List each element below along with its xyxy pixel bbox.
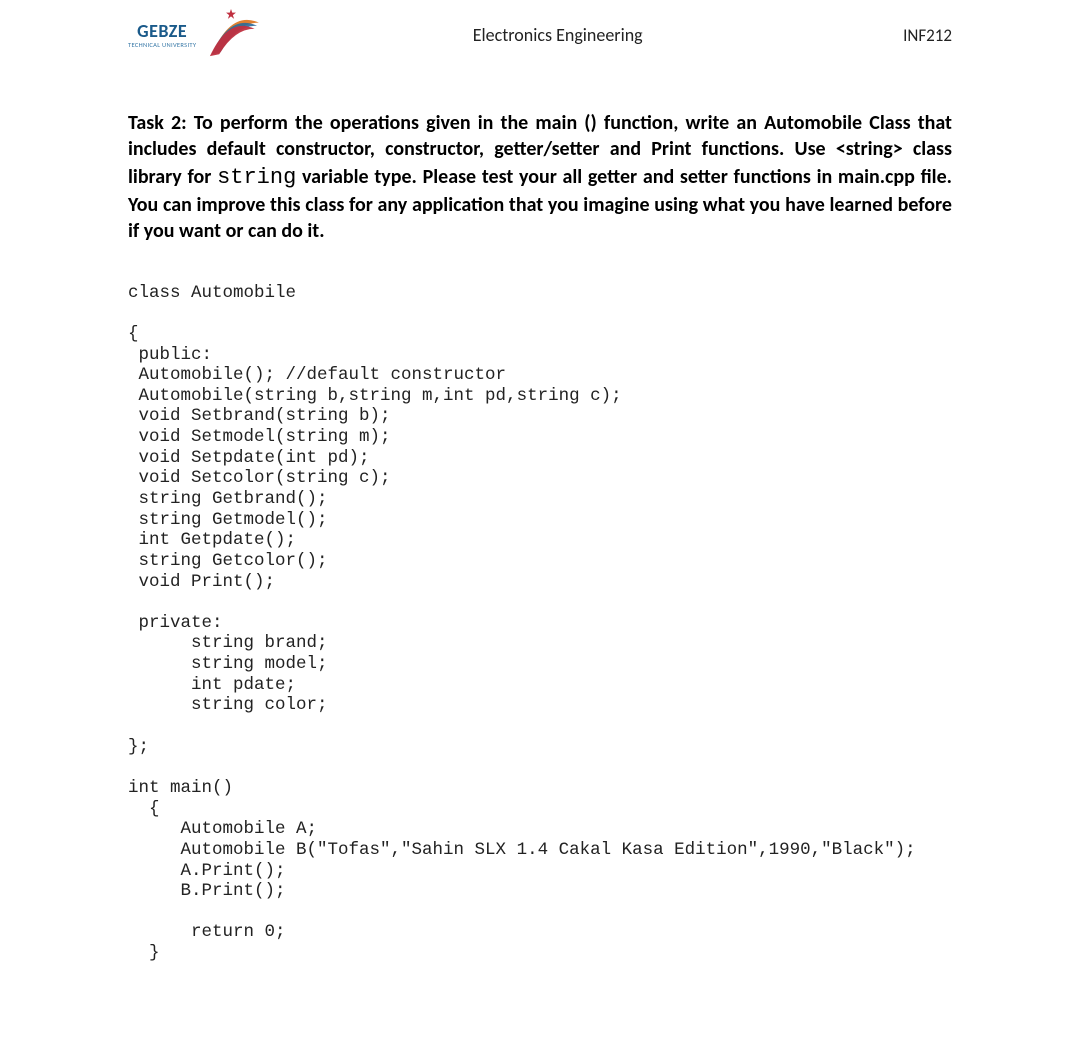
department-title: Electronics Engineering	[262, 24, 903, 46]
inline-code-string: string	[217, 165, 296, 190]
document-page: GEBZE TECHNICAL UNIVERSITY Electronics E…	[0, 0, 1080, 964]
course-code: INF212	[903, 25, 952, 46]
code-listing: class Automobile { public: Automobile();…	[128, 283, 952, 964]
university-logo: GEBZE TECHNICAL UNIVERSITY	[128, 4, 262, 66]
task-description: Task 2: To perform the operations given …	[128, 110, 952, 245]
page-header: GEBZE TECHNICAL UNIVERSITY Electronics E…	[128, 0, 952, 70]
logo-text-block: GEBZE TECHNICAL UNIVERSITY	[128, 22, 196, 49]
logo-subtitle: TECHNICAL UNIVERSITY	[128, 42, 196, 49]
logo-name: GEBZE	[137, 22, 187, 40]
logo-swoosh-icon	[200, 4, 262, 66]
